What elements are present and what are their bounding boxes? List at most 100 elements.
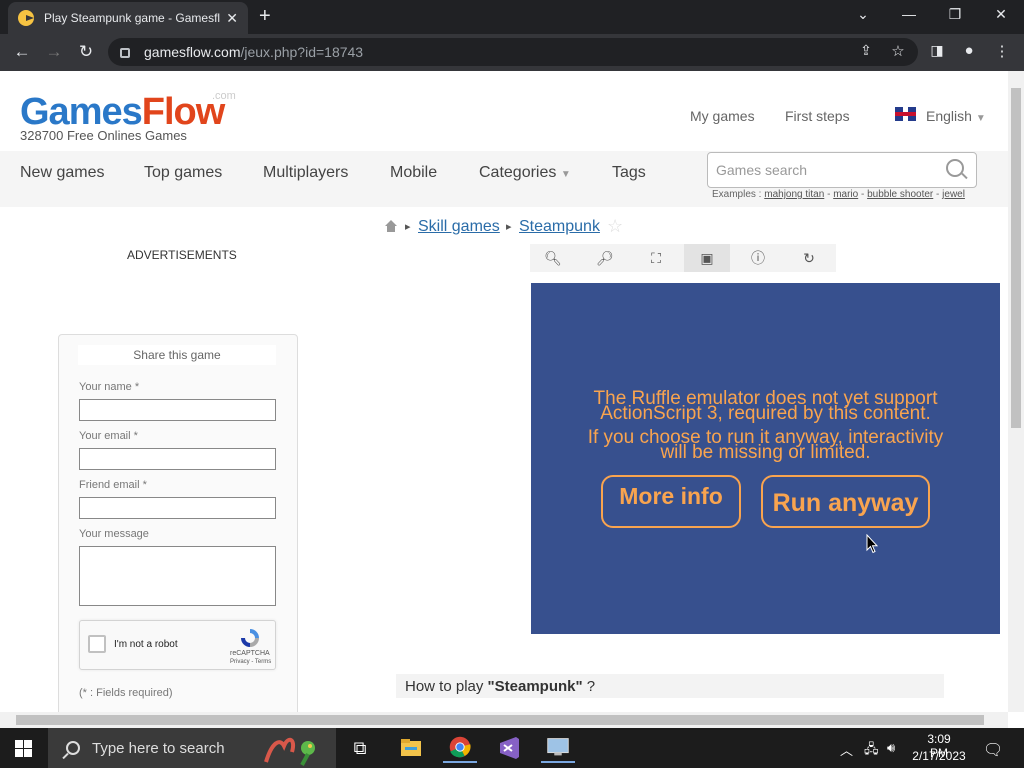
search-icon: [66, 741, 80, 755]
howto-game-name: "Steampunk": [487, 678, 583, 695]
message-label: Your message: [79, 528, 149, 540]
first-steps-link[interactable]: First steps: [785, 108, 850, 124]
url-host: gamesflow.com: [144, 44, 241, 60]
back-icon[interactable]: ←: [11, 42, 33, 62]
address-bar[interactable]: gamesflow.com/jeux.php?id=18743: [108, 38, 918, 66]
language-label: English: [926, 108, 972, 124]
tab-search-icon[interactable]: ⌄: [853, 6, 873, 23]
ads-label: ADVERTISEMENTS: [127, 248, 237, 262]
zoom-out-icon[interactable]: 🔍︎: [530, 244, 576, 272]
lock-icon: [120, 48, 130, 58]
message-textarea[interactable]: [79, 546, 276, 606]
share-icon[interactable]: ⇪: [855, 42, 877, 59]
browser-tab[interactable]: Play Steampunk game - Gamesflow ✕: [8, 2, 248, 34]
howto-prefix: How to play: [405, 678, 488, 695]
clock-date[interactable]: 2/17/2023: [911, 749, 967, 763]
tab-close-icon[interactable]: ✕: [226, 10, 238, 27]
nav-tags[interactable]: Tags: [612, 164, 646, 182]
examples-label: Examples :: [712, 189, 762, 200]
refresh-icon[interactable]: ↻: [786, 244, 832, 272]
network-icon[interactable]: 🖧︎: [864, 740, 879, 762]
remote-desktop-icon[interactable]: [541, 733, 575, 763]
file-explorer-icon[interactable]: [394, 733, 428, 763]
recaptcha-terms: Privacy - Terms: [230, 659, 272, 665]
ruffle-line: ActionScript 3, required by this content…: [600, 403, 931, 424]
friend-email-label: Friend email *: [79, 479, 147, 491]
scroll-thumb[interactable]: [1011, 88, 1021, 428]
favorite-star-icon[interactable]: ☆: [607, 216, 623, 237]
breadcrumb-separator-icon: ▸: [506, 221, 512, 233]
friend-email-field[interactable]: [79, 497, 276, 519]
search-examples: Examples : mahjong titan - mario - bubbl…: [712, 189, 965, 200]
forward-icon[interactable]: →: [43, 42, 65, 62]
breadcrumb-separator-icon: ▸: [405, 221, 411, 233]
web-page: GamesFlow .com 328700 Free Onlines Games…: [0, 71, 1008, 712]
tab-title: Play Steampunk game - Gamesflow: [44, 11, 221, 25]
logo-com-text: .com: [212, 90, 236, 102]
logo-games-text: Games: [20, 91, 143, 133]
nav-new-games[interactable]: New games: [20, 164, 104, 182]
search-icon[interactable]: [946, 159, 964, 177]
horizontal-scrollbar[interactable]: [0, 712, 1008, 728]
pacman-favicon-icon: [18, 10, 34, 26]
name-field[interactable]: [79, 399, 276, 421]
recaptcha-label: I'm not a robot: [114, 639, 178, 650]
share-title: Share this game: [78, 345, 276, 365]
breadcrumb-steampunk[interactable]: Steampunk: [519, 218, 600, 236]
nav-mobile[interactable]: Mobile: [390, 164, 437, 182]
example-link[interactable]: mahjong titan: [764, 189, 824, 200]
close-window-button[interactable]: ✕: [991, 6, 1011, 23]
tray-expand-icon[interactable]: ︿: [840, 740, 853, 759]
nav-categories[interactable]: Categories ▼: [479, 164, 571, 182]
chevron-down-icon: ▼: [560, 169, 571, 180]
example-link[interactable]: jewel: [942, 189, 965, 200]
restore-button[interactable]: ❐: [945, 6, 965, 23]
mouse-cursor-icon: [866, 534, 878, 554]
vertical-scrollbar[interactable]: [1008, 71, 1024, 712]
recaptcha-brand: reCAPTCHA: [230, 650, 270, 657]
email-label: Your email *: [79, 430, 138, 442]
example-link[interactable]: mario: [833, 189, 858, 200]
scroll-thumb[interactable]: [16, 715, 984, 725]
recaptcha-checkbox[interactable]: [88, 635, 106, 653]
profile-icon[interactable]: ●: [958, 42, 980, 59]
more-info-button[interactable]: More info: [601, 475, 741, 528]
taskbar-search-placeholder: Type here to search: [92, 739, 225, 757]
language-selector[interactable]: English ▼: [926, 108, 986, 124]
how-to-play-heading: How to play "Steampunk" ?: [396, 674, 944, 698]
info-icon[interactable]: ⓘ: [735, 244, 781, 272]
notifications-icon[interactable]: 🗨︎: [983, 740, 1003, 760]
my-games-link[interactable]: My games: [690, 108, 755, 124]
windows-start-icon[interactable]: [15, 740, 32, 757]
chrome-icon[interactable]: [443, 733, 477, 763]
nav-multiplayers[interactable]: Multiplayers: [263, 164, 348, 182]
name-label: Your name *: [79, 381, 140, 393]
new-tab-button[interactable]: +: [259, 6, 271, 26]
nav-categories-label: Categories: [479, 164, 557, 181]
visual-studio-icon[interactable]: [492, 733, 526, 763]
nav-top-games[interactable]: Top games: [144, 164, 222, 182]
games-search-input[interactable]: Games search: [707, 152, 977, 188]
zoom-in-icon[interactable]: 🔎︎: [582, 244, 628, 272]
side-panel-icon[interactable]: ◨: [926, 42, 948, 59]
task-view-icon[interactable]: ⧉: [343, 733, 377, 763]
url-path: /jeux.php?id=18743: [240, 44, 364, 60]
home-icon[interactable]: [384, 219, 398, 233]
minimize-button[interactable]: —: [899, 6, 919, 22]
site-tagline: 328700 Free Onlines Games: [20, 128, 187, 143]
bookmark-star-icon[interactable]: ☆: [887, 42, 909, 60]
fullscreen-icon[interactable]: ⛶: [633, 244, 679, 272]
ruffle-warning: The Ruffle emulator does not yet support…: [531, 389, 1000, 462]
example-link[interactable]: bubble shooter: [867, 189, 933, 200]
email-field[interactable]: [79, 448, 276, 470]
run-anyway-button[interactable]: Run anyway: [761, 475, 930, 528]
reload-icon[interactable]: ↻: [75, 42, 97, 62]
fit-screen-icon[interactable]: ▣: [684, 244, 730, 272]
chevron-down-icon: ▼: [975, 113, 986, 124]
search-highlight-bird-icon: [264, 737, 315, 766]
menu-icon[interactable]: ⋮: [991, 42, 1013, 60]
breadcrumb-skill-games[interactable]: Skill games: [418, 218, 500, 236]
volume-icon[interactable]: 🔊︎: [887, 740, 895, 756]
required-note: (* : Fields required): [79, 687, 173, 699]
uk-flag-icon: [895, 107, 916, 121]
